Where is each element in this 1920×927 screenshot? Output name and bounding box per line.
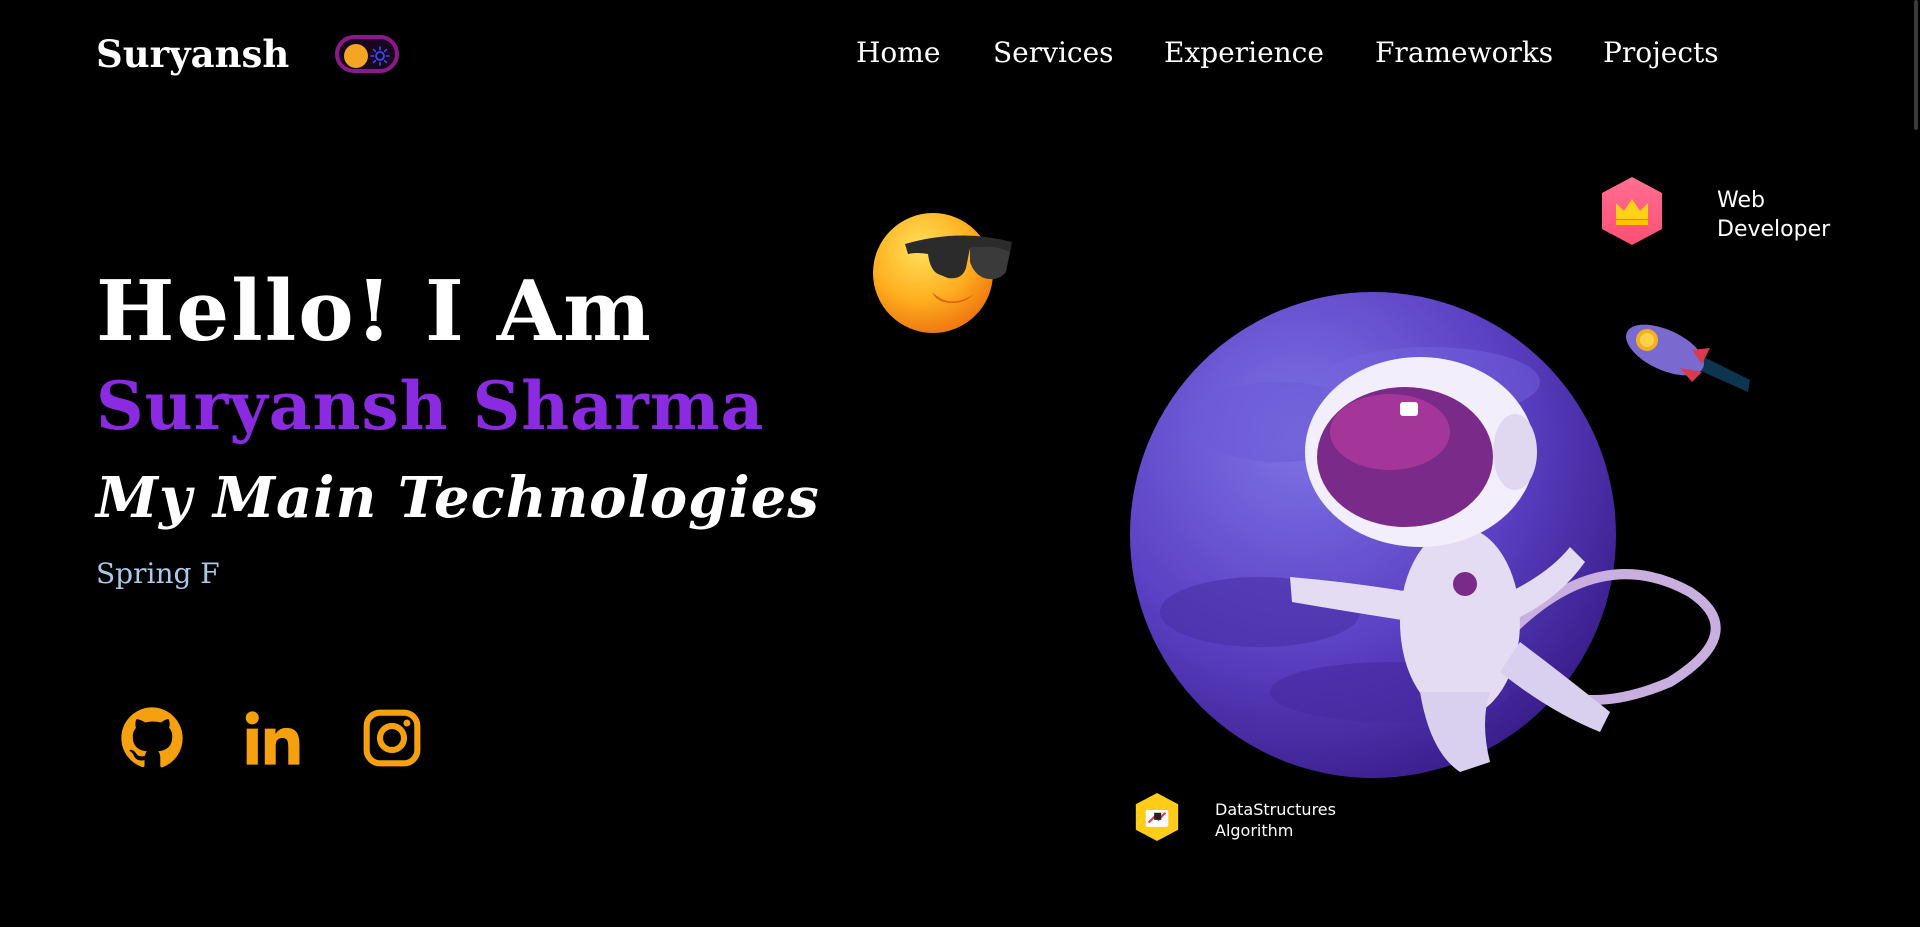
scrollbar-thumb[interactable] xyxy=(1914,0,1918,130)
nav-services[interactable]: Services xyxy=(993,36,1114,69)
toggle-knob xyxy=(344,44,368,68)
linkedin-icon[interactable] xyxy=(240,706,304,770)
instagram-icon[interactable] xyxy=(360,706,424,770)
nav-frameworks[interactable]: Frameworks xyxy=(1375,36,1553,69)
crown-icon xyxy=(1602,177,1662,245)
hero-name: Suryansh Sharma xyxy=(96,367,765,445)
nav-experience[interactable]: Experience xyxy=(1164,36,1324,69)
badge-web-developer-label: Web Developer xyxy=(1717,187,1830,244)
theme-toggle[interactable] xyxy=(335,35,399,73)
chart-icon xyxy=(1135,793,1179,841)
nav-projects[interactable]: Projects xyxy=(1603,36,1719,69)
rocket-icon xyxy=(1626,324,1750,392)
badge-dsa-label: DataStructures Algorithm xyxy=(1215,800,1336,842)
planet-astronaut-illustration xyxy=(1130,292,1721,778)
github-icon[interactable] xyxy=(120,706,184,770)
hero-subtitle: My Main Technologies xyxy=(96,465,820,531)
typed-technology: Spring F xyxy=(96,557,220,590)
hero-greeting: Hello! I Am xyxy=(96,262,653,360)
sun-icon xyxy=(370,46,390,66)
badge-dsa-line2: Algorithm xyxy=(1215,820,1294,840)
badge-web-line1: Web xyxy=(1717,188,1765,213)
nav-home[interactable]: Home xyxy=(856,36,940,69)
brand-logo[interactable]: Suryansh xyxy=(96,32,289,76)
badge-web-developer xyxy=(1598,175,1666,251)
sunglasses-emoji-icon xyxy=(873,213,1012,333)
badge-web-line2: Developer xyxy=(1717,216,1831,242)
badge-dsa xyxy=(1133,791,1181,847)
badge-dsa-line1: DataStructures xyxy=(1215,800,1336,819)
